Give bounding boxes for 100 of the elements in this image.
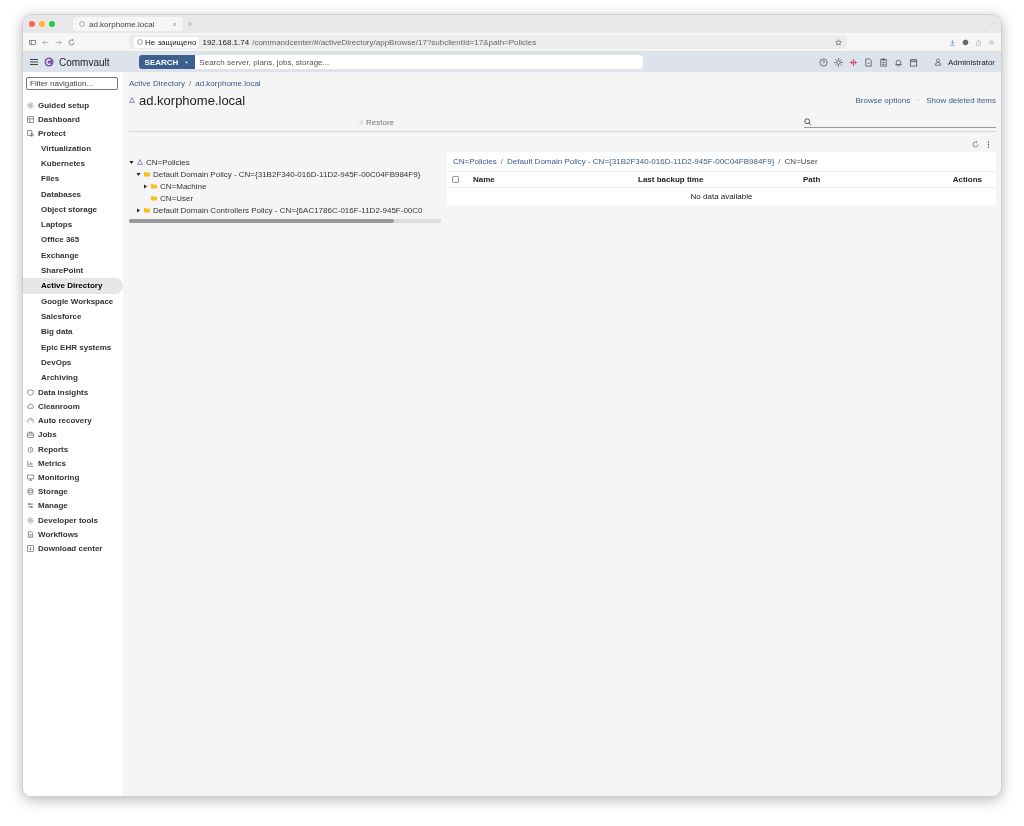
nav-item[interactable]: Laptops — [23, 217, 123, 233]
help-icon[interactable] — [818, 57, 828, 67]
nav-item[interactable]: Big data — [23, 324, 123, 340]
nav-item[interactable]: Office 365 — [23, 232, 123, 248]
nav-item[interactable]: Guided setup — [23, 98, 123, 113]
path-separator: / — [500, 157, 504, 166]
clock-icon — [27, 445, 34, 453]
plus-icon[interactable] — [187, 21, 193, 27]
path-link[interactable]: CN=Policies — [453, 157, 497, 166]
nav-item[interactable]: Download center — [23, 541, 123, 556]
caret-down-icon[interactable] — [136, 171, 141, 177]
nav-item[interactable]: DevOps — [23, 354, 123, 370]
column-header[interactable]: Path — [803, 175, 953, 184]
nav-item[interactable]: Salesforce — [23, 308, 123, 325]
forward-arrow-icon[interactable] — [55, 38, 62, 46]
close-icon[interactable] — [172, 21, 177, 27]
nav-item[interactable]: Object storage — [23, 201, 123, 218]
caret-down-icon[interactable] — [129, 159, 134, 165]
close-window-icon[interactable] — [29, 21, 35, 27]
nav-item[interactable]: Workflows — [23, 527, 123, 542]
search-field[interactable] — [804, 116, 996, 128]
waveform-icon[interactable] — [848, 57, 858, 67]
nav-item[interactable]: Databases — [23, 186, 123, 202]
document-icon — [27, 530, 34, 538]
scrollbar[interactable] — [129, 219, 441, 223]
star-icon[interactable] — [835, 38, 842, 46]
nav-item[interactable]: Dashboard — [23, 112, 123, 127]
nav-item[interactable]: SharePoint — [23, 262, 123, 279]
url-host: 192.168.1.74 — [202, 37, 250, 47]
nav-item[interactable]: Storage — [23, 484, 123, 499]
column-header[interactable]: Actions — [952, 175, 996, 184]
nav-item[interactable]: Monitoring — [23, 470, 123, 485]
nav-item[interactable]: Data insights — [23, 385, 123, 400]
browse-options-link[interactable]: Browse options — [855, 95, 911, 105]
column-header[interactable]: Name — [473, 175, 638, 184]
back-arrow-icon[interactable] — [42, 38, 49, 46]
calendar-icon[interactable] — [908, 57, 918, 67]
path-link[interactable]: Default Domain Policy - CN={31B2F340-016D-11D2-945F-00C04FB984F9} — [507, 157, 775, 166]
empty-message: No data available — [689, 191, 754, 203]
tree-item[interactable]: CN=Machine — [160, 181, 207, 191]
grid-icon — [27, 115, 34, 123]
caret-right-icon[interactable] — [136, 207, 141, 213]
bar-chart-icon — [27, 459, 34, 467]
sun-icon[interactable] — [833, 57, 843, 67]
gauge-icon — [27, 417, 34, 425]
security-label: Не защищено — [145, 37, 197, 47]
gear-icon — [27, 101, 34, 109]
share-icon[interactable] — [975, 38, 982, 46]
tree-item[interactable]: CN=Policies — [146, 157, 190, 167]
sliders-icon — [27, 502, 34, 510]
clipboard-icon[interactable] — [878, 57, 888, 67]
nav-item[interactable]: Developer tools — [23, 513, 123, 528]
nav-item[interactable]: Epic EHR systems — [23, 339, 123, 355]
triangle-icon — [129, 97, 135, 103]
browser-tab[interactable]: ad.korphome.local — [73, 17, 183, 31]
bell-icon[interactable] — [893, 57, 903, 67]
cloud-icon — [27, 403, 34, 411]
search-button[interactable]: SEARCH — [138, 55, 196, 69]
refresh-icon[interactable] — [972, 141, 979, 148]
page-title: ad.korphome.local — [139, 92, 246, 108]
breadcrumb-link[interactable]: ad.korphome.local — [195, 79, 261, 88]
checkbox[interactable] — [452, 176, 459, 183]
nav-item[interactable]: Cleanroom — [23, 399, 123, 414]
caret-right-icon[interactable] — [143, 183, 148, 189]
breadcrumb-separator: / — [189, 79, 192, 88]
nav-item[interactable]: Manage — [23, 498, 123, 513]
reload-icon[interactable] — [68, 38, 75, 46]
download-icon[interactable] — [949, 38, 956, 46]
search-field[interactable]: Search server, plans, jobs, storage... — [195, 55, 644, 69]
address-bar[interactable]: Не защищено 192.168.1.74 /commandcenter/#/activeDirectory/appBrowse/17?subclientId=17&path=Policies — [129, 35, 847, 49]
maximize-window-icon[interactable] — [49, 21, 55, 27]
tree-item[interactable]: CN=User — [160, 193, 194, 203]
user-icon[interactable] — [933, 58, 942, 66]
nav-item[interactable]: Auto recovery — [23, 413, 123, 428]
brand-name: Commvault — [59, 56, 110, 68]
nav-item[interactable]: Reports — [23, 442, 123, 457]
nav-item[interactable]: Files — [23, 171, 123, 187]
document-icon[interactable] — [863, 57, 873, 67]
nav-item[interactable]: Exchange — [23, 247, 123, 263]
more-icon[interactable] — [987, 141, 990, 148]
nav-item[interactable]: Metrics — [23, 456, 123, 471]
nav-item[interactable]: Google Workspace — [23, 293, 123, 309]
nav-item[interactable]: Active Directory — [23, 278, 123, 294]
column-header[interactable]: Last backup time — [638, 175, 803, 184]
nav-item[interactable]: Protect — [23, 126, 123, 141]
tree-item[interactable]: Default Domain Controllers Policy - CN={6AC1786C-016F-11D2-945F-00C0 — [153, 205, 423, 215]
tree-item[interactable]: Default Domain Policy - CN={31B2F340-016D-11D2-945F-00C04FB984F9} — [153, 169, 421, 179]
nav-item[interactable]: Jobs — [23, 427, 123, 443]
show-deleted-link[interactable]: Show deleted items — [926, 95, 996, 105]
caret-down-icon — [184, 59, 190, 65]
sidebar-icon[interactable] — [29, 38, 36, 46]
filter-field[interactable]: Filter navigation... — [26, 77, 118, 90]
download-icon — [27, 544, 34, 552]
user-name[interactable]: Administrator — [947, 57, 995, 67]
nav-item[interactable]: Archiving — [23, 370, 123, 386]
breadcrumb-link[interactable]: Active Directory — [129, 79, 185, 88]
nav-item[interactable]: Virtualization — [23, 140, 123, 156]
monitor-icon — [27, 474, 34, 482]
triangle-icon — [137, 159, 143, 165]
nav-item[interactable]: Kubernetes — [23, 155, 123, 172]
